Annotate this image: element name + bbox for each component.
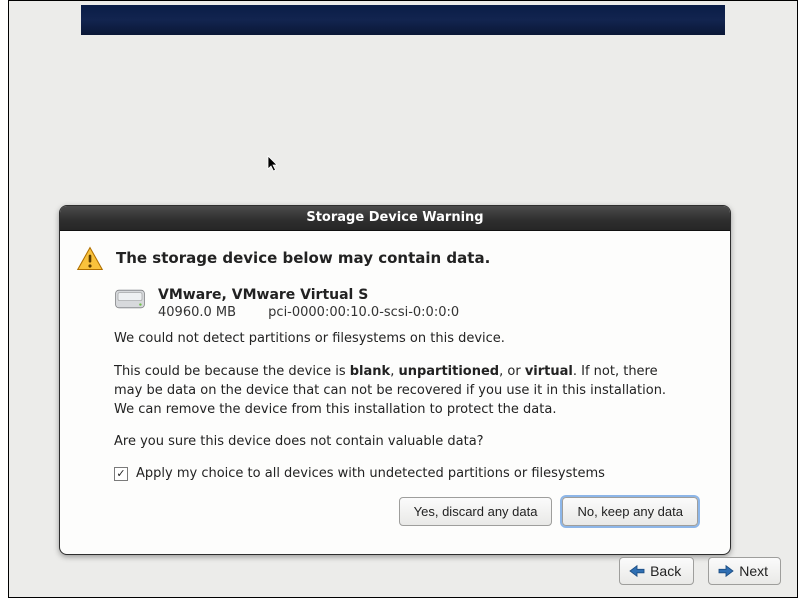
device-path: pci-0000:00:10.0-scsi-0:0:0:0 (268, 305, 459, 320)
device-size: 40960.0 MB (158, 305, 236, 320)
storage-warning-dialog: Storage Device Warning The storage devic… (59, 205, 731, 555)
warning-heading: The storage device below may contain dat… (116, 245, 490, 267)
cursor-icon (267, 155, 281, 177)
message-para-3: Are you sure this device does not contai… (114, 433, 674, 452)
next-label: Next (739, 563, 768, 579)
warning-icon (76, 245, 104, 273)
message-para-2: This could be because the device is blan… (114, 363, 674, 420)
device-name: VMware, VMware Virtual S (158, 287, 459, 303)
yes-discard-button[interactable]: Yes, discard any data (399, 497, 553, 526)
apply-all-label: Apply my choice to all devices with unde… (136, 466, 605, 481)
back-label: Back (650, 563, 681, 579)
dialog-title: Storage Device Warning (60, 206, 730, 231)
back-button[interactable]: Back (619, 557, 694, 585)
device-details: 40960.0 MB pci-0000:00:10.0-scsi-0:0:0:0 (158, 305, 459, 320)
dialog-body: The storage device below may contain dat… (60, 231, 730, 554)
wizard-nav: Back Next (619, 557, 781, 585)
apply-all-checkbox[interactable]: ✓ (114, 467, 128, 481)
next-button[interactable]: Next (708, 557, 781, 585)
no-keep-button[interactable]: No, keep any data (562, 497, 698, 526)
installer-window: Storage Device Warning The storage devic… (8, 0, 798, 598)
arrow-right-icon (717, 564, 735, 578)
message-para-1: We could not detect partitions or filesy… (114, 330, 674, 349)
hard-drive-icon (114, 287, 146, 311)
arrow-left-icon (628, 564, 646, 578)
top-banner (81, 5, 725, 35)
dialog-message: We could not detect partitions or filesy… (114, 330, 674, 452)
